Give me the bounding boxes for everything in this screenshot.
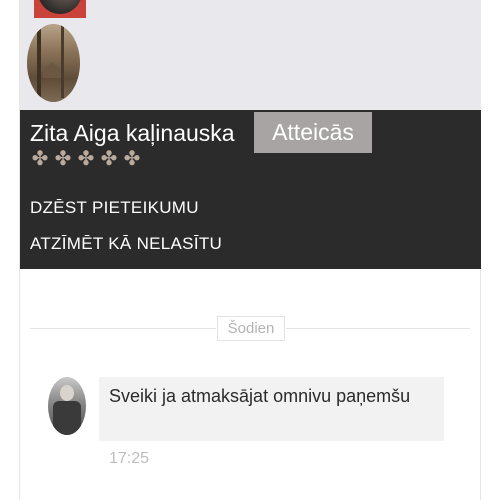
sender-avatar[interactable]	[48, 377, 86, 435]
chat-screen: Zita Aiga kaļinauska Atteicās ✤ ✤ ✤ ✤ ✤ …	[0, 0, 500, 500]
previous-item-thumbnail[interactable]	[34, 0, 86, 18]
user-avatar[interactable]	[27, 24, 80, 102]
rating-stars: ✤ ✤ ✤ ✤ ✤	[30, 148, 142, 170]
date-divider-line-right	[286, 328, 470, 329]
mark-unread-button[interactable]: ATZĪMĒT KĀ NELASĪTU	[30, 234, 222, 254]
date-divider: Šodien	[217, 316, 285, 341]
rating-star-icon: ✤	[54, 148, 72, 170]
delete-application-button[interactable]: DZĒST PIETEIKUMU	[30, 198, 199, 218]
thumbnail-image	[38, 0, 82, 14]
date-divider-line-left	[30, 328, 216, 329]
profile-header	[20, 0, 481, 110]
rating-star-icon: ✤	[100, 148, 118, 170]
rating-star-icon: ✤	[123, 148, 141, 170]
message-bubble: Sveiki ja atmaksājat omnivu paņemšu	[99, 377, 444, 441]
message-timestamp: 17:25	[109, 450, 150, 467]
rating-star-icon: ✤	[31, 148, 49, 170]
status-badge: Atteicās	[254, 112, 372, 153]
user-name: Zita Aiga kaļinauska	[30, 120, 235, 146]
rating-star-icon: ✤	[77, 148, 95, 170]
